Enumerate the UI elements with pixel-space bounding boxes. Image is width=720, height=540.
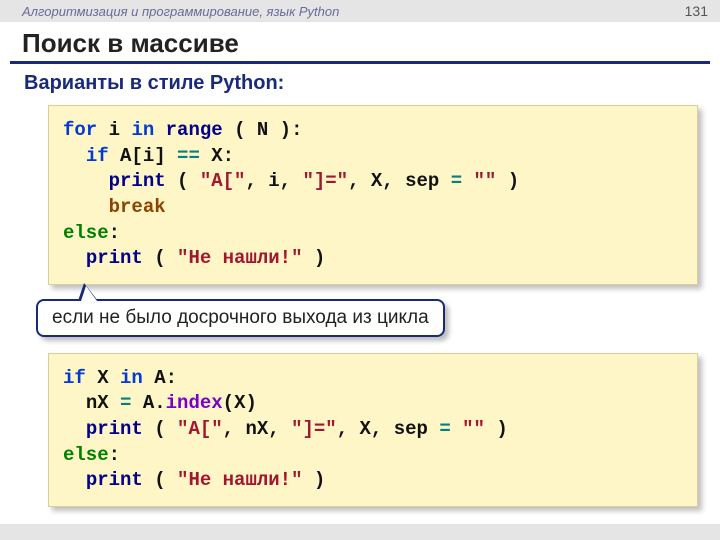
kw-else: else bbox=[63, 222, 109, 244]
str: "Не нашли!" bbox=[177, 247, 302, 269]
text: : bbox=[109, 222, 120, 244]
text: ( bbox=[154, 469, 165, 491]
str: "A[" bbox=[200, 170, 246, 192]
str: "" bbox=[474, 170, 497, 192]
text: A[i] bbox=[120, 145, 166, 167]
text: ) bbox=[508, 170, 519, 192]
fn-print: print bbox=[109, 170, 166, 192]
text: ) bbox=[314, 469, 325, 491]
str: "A[" bbox=[177, 418, 223, 440]
var-x: X bbox=[97, 367, 108, 389]
code-block-1: for i in range ( N ): if A[i] == X: prin… bbox=[48, 105, 698, 285]
text: X: bbox=[211, 145, 234, 167]
fn-print: print bbox=[86, 247, 143, 269]
text: ( N ): bbox=[234, 119, 302, 141]
kw-in: in bbox=[120, 367, 143, 389]
str: "Не нашли!" bbox=[177, 469, 302, 491]
text: A: bbox=[154, 367, 177, 389]
op-eq: == bbox=[177, 145, 200, 167]
callout-wrap: если не было досрочного выхода из цикла bbox=[36, 299, 720, 337]
op-assign: = bbox=[439, 418, 450, 440]
str: "" bbox=[462, 418, 485, 440]
fn-print: print bbox=[86, 469, 143, 491]
slide-title: Поиск в массиве bbox=[0, 22, 720, 61]
callout-text: если не было досрочного выхода из цикла bbox=[52, 307, 429, 328]
op-assign: = bbox=[120, 392, 131, 414]
kw-if: if bbox=[86, 145, 109, 167]
op-assign: = bbox=[451, 170, 462, 192]
text: ( bbox=[177, 170, 188, 192]
text: , X, sep bbox=[337, 418, 428, 440]
header-bar: Алгоритмизация и программирование, язык … bbox=[0, 0, 720, 22]
kw-in: in bbox=[131, 119, 154, 141]
str: "]=" bbox=[291, 418, 337, 440]
text: ( bbox=[154, 418, 165, 440]
text: , i, bbox=[245, 170, 291, 192]
var-nx: nX bbox=[86, 392, 109, 414]
page-number: 131 bbox=[685, 3, 708, 19]
fn-print: print bbox=[86, 418, 143, 440]
slide-subtitle: Варианты в стиле Python: bbox=[0, 64, 720, 101]
callout-box: если не было досрочного выхода из цикла bbox=[36, 299, 445, 337]
fn-index: index bbox=[166, 392, 223, 414]
text: , nX, bbox=[223, 418, 280, 440]
text: (X) bbox=[223, 392, 257, 414]
text: A. bbox=[143, 392, 166, 414]
text: ) bbox=[314, 247, 325, 269]
code-block-2: if X in A: nX = A.index(X) print ( "A[",… bbox=[48, 353, 698, 507]
course-title: Алгоритмизация и программирование, язык … bbox=[22, 4, 339, 19]
text: , X, sep bbox=[348, 170, 439, 192]
fn-range: range bbox=[166, 119, 223, 141]
text: ) bbox=[496, 418, 507, 440]
str: "]=" bbox=[302, 170, 348, 192]
var-i: i bbox=[109, 119, 120, 141]
kw-else: else bbox=[63, 444, 109, 466]
kw-if: if bbox=[63, 367, 86, 389]
text: ( bbox=[154, 247, 165, 269]
kw-for: for bbox=[63, 119, 97, 141]
callout-tail-icon bbox=[78, 283, 98, 301]
footer-bar bbox=[0, 524, 720, 540]
text: : bbox=[109, 444, 120, 466]
kw-break: break bbox=[109, 196, 166, 218]
